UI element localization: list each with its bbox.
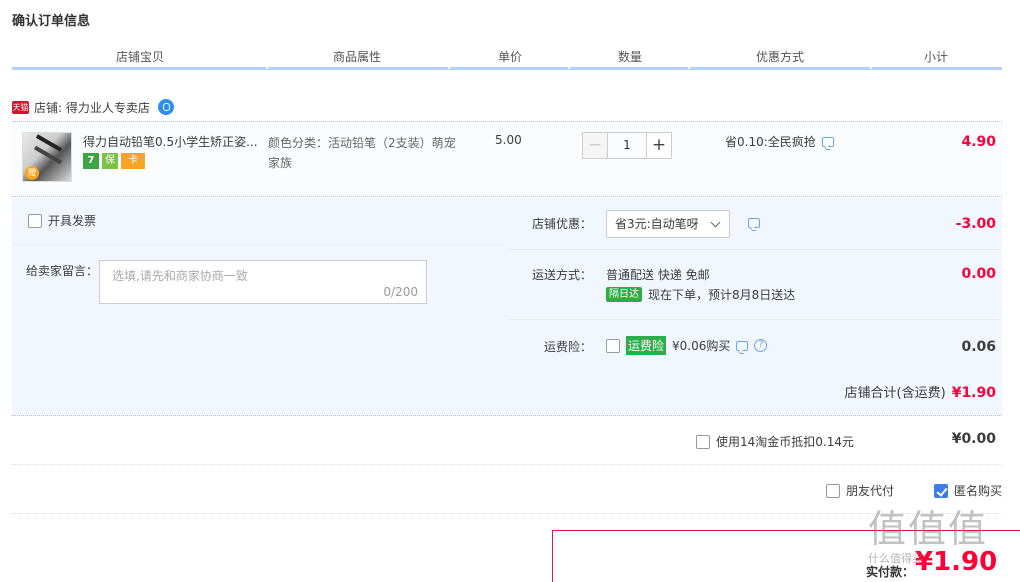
promo-info: 省0.10:全民疯抢 bbox=[725, 133, 834, 150]
insurance-comment-icon[interactable] bbox=[736, 340, 749, 351]
invoice-option[interactable]: 开具发票 bbox=[28, 212, 96, 229]
anonymous-label: 匿名购买 bbox=[954, 484, 1003, 498]
coin-row: 使用14淘金币抵扣0.14元 ¥0.00 bbox=[12, 417, 1002, 465]
quantity-decrease-button[interactable]: − bbox=[582, 132, 608, 159]
column-discount: 优惠方式 bbox=[755, 50, 804, 64]
shipping-insurance-option: 运费险 ¥0.06购买 ? bbox=[606, 336, 768, 355]
quantity-increase-button[interactable]: + bbox=[646, 132, 672, 159]
help-icon[interactable]: ? bbox=[754, 339, 768, 352]
item-subtotal: 4.90 bbox=[961, 134, 996, 150]
friend-pay-checkbox[interactable] bbox=[826, 483, 840, 498]
service-icons: 7 保 卡 bbox=[83, 153, 145, 169]
watermark-logo: 值值值 bbox=[868, 507, 989, 551]
next-day-badge: 隔日达 bbox=[606, 287, 642, 302]
column-attributes: 商品属性 bbox=[332, 50, 381, 64]
message-char-counter: 0/200 bbox=[383, 285, 418, 299]
column-divider bbox=[688, 66, 690, 69]
shipping-row bbox=[506, 250, 1002, 320]
wangwang-chat-icon[interactable] bbox=[157, 99, 174, 115]
shop-discount-selected: 省3元:自动笔呀 bbox=[615, 217, 699, 231]
anonymous-checkbox[interactable] bbox=[934, 483, 948, 498]
insurance-label: 运费险： bbox=[544, 340, 593, 354]
guarantee-icon[interactable]: 保 bbox=[102, 153, 118, 169]
quantity-input[interactable]: 1 bbox=[608, 132, 646, 159]
page-title: 确认订单信息 bbox=[12, 14, 91, 29]
tmall-icon: 天猫 bbox=[12, 100, 29, 114]
shipping-value: 0.00 bbox=[961, 266, 996, 282]
insurance-badge: 运费险 bbox=[626, 336, 667, 355]
invoice-checkbox[interactable] bbox=[28, 213, 42, 228]
friend-pay-option[interactable]: 朋友代付 bbox=[826, 482, 894, 499]
promo-comment-icon[interactable] bbox=[821, 136, 834, 147]
order-options-panel: 开具发票 给卖家留言： 选填,请先和商家协商一致 0/200 店铺优惠： 省3元… bbox=[12, 198, 1002, 416]
column-header: 店铺宝贝 商品属性 单价 数量 优惠方式 小计 bbox=[12, 48, 1002, 70]
seller-message-input[interactable]: 选填,请先和商家协商一致 0/200 bbox=[99, 260, 427, 304]
friend-pay-label: 朋友代付 bbox=[846, 484, 895, 498]
product-attributes: 颜色分类：活动铅笔（2支装）萌宠家族 bbox=[268, 136, 456, 170]
chevron-down-icon bbox=[710, 217, 721, 228]
invoice-section: 开具发票 bbox=[12, 198, 504, 244]
shop-discount-row: 店铺优惠： 省3元:自动笔呀 -3.00 bbox=[506, 198, 1002, 250]
column-subtotal: 小计 bbox=[923, 50, 948, 64]
payment-options-row: 朋友代付 匿名购买 bbox=[12, 466, 1002, 514]
coin-label: 使用14淘金币抵扣0.14元 bbox=[716, 435, 854, 449]
product-name-link[interactable]: 得力自动铅笔0.5小学生矫正姿... bbox=[83, 133, 261, 150]
quantity-stepper: − 1 + bbox=[582, 132, 672, 159]
pricing-options: 店铺优惠： 省3元:自动笔呀 -3.00 运送方式： 普通配送 快递 免邮 隔日… bbox=[506, 198, 1002, 364]
unit-price: 5.00 bbox=[495, 133, 522, 147]
column-unit-price: 单价 bbox=[497, 50, 522, 64]
shop-discount-value: -3.00 bbox=[955, 216, 996, 232]
shop-total-value: ¥1.90 bbox=[951, 385, 996, 401]
invoice-label: 开具发票 bbox=[48, 214, 97, 228]
shipping-eta-text: 现在下单，预计8月8日送达 bbox=[648, 288, 796, 302]
column-shop-item: 店铺宝贝 bbox=[115, 50, 164, 64]
coin-value: ¥0.00 bbox=[951, 431, 996, 447]
coin-checkbox[interactable] bbox=[696, 434, 710, 449]
column-divider bbox=[568, 66, 570, 69]
shipping-label: 运送方式： bbox=[532, 268, 593, 282]
column-quantity: 数量 bbox=[617, 50, 642, 64]
shop-discount-select[interactable]: 省3元:自动笔呀 bbox=[606, 210, 730, 238]
column-divider bbox=[870, 66, 872, 69]
discount-comment-icon[interactable] bbox=[748, 218, 760, 228]
coin-option[interactable]: 使用14淘金币抵扣0.14元 bbox=[696, 433, 854, 450]
shipping-method: 普通配送 快递 免邮 bbox=[606, 268, 710, 282]
shop-total-label: 店铺合计(含运费) bbox=[844, 386, 946, 401]
promo-tag-icon: 赠 bbox=[25, 166, 39, 180]
seven-day-return-icon[interactable]: 7 bbox=[83, 153, 99, 169]
message-placeholder: 选填,请先和商家协商一致 bbox=[112, 269, 248, 283]
shop-row: 天猫 店铺: 得力业人专卖店 bbox=[12, 97, 174, 117]
shop-name[interactable]: 店铺: 得力业人专卖店 bbox=[34, 99, 150, 116]
watermark-text: 什么值得买 bbox=[868, 552, 923, 565]
promo-text: 省0.10:全民疯抢 bbox=[725, 135, 816, 149]
order-item-row: 赠 得力自动铅笔0.5小学生矫正姿... 7 保 卡 颜色分类：活动铅笔（2支装… bbox=[12, 121, 1002, 197]
product-thumbnail[interactable]: 赠 bbox=[22, 132, 72, 182]
shop-total: 店铺合计(含运费) ¥1.90 bbox=[845, 382, 996, 401]
insurance-price: ¥0.06购买 bbox=[672, 339, 731, 353]
insurance-value: 0.06 bbox=[961, 339, 996, 355]
column-divider bbox=[448, 66, 450, 69]
message-label: 给卖家留言： bbox=[26, 264, 99, 278]
credit-card-icon[interactable]: 卡 bbox=[121, 153, 145, 169]
message-section: 给卖家留言： 选填,请先和商家协商一致 0/200 bbox=[12, 244, 504, 364]
shipping-eta: 隔日达 现在下单，预计8月8日送达 bbox=[606, 286, 795, 303]
shop-discount-label: 店铺优惠： bbox=[532, 217, 593, 231]
insurance-checkbox[interactable] bbox=[606, 338, 620, 353]
anonymous-purchase-option[interactable]: 匿名购买 bbox=[934, 482, 1002, 499]
column-divider bbox=[266, 66, 268, 69]
